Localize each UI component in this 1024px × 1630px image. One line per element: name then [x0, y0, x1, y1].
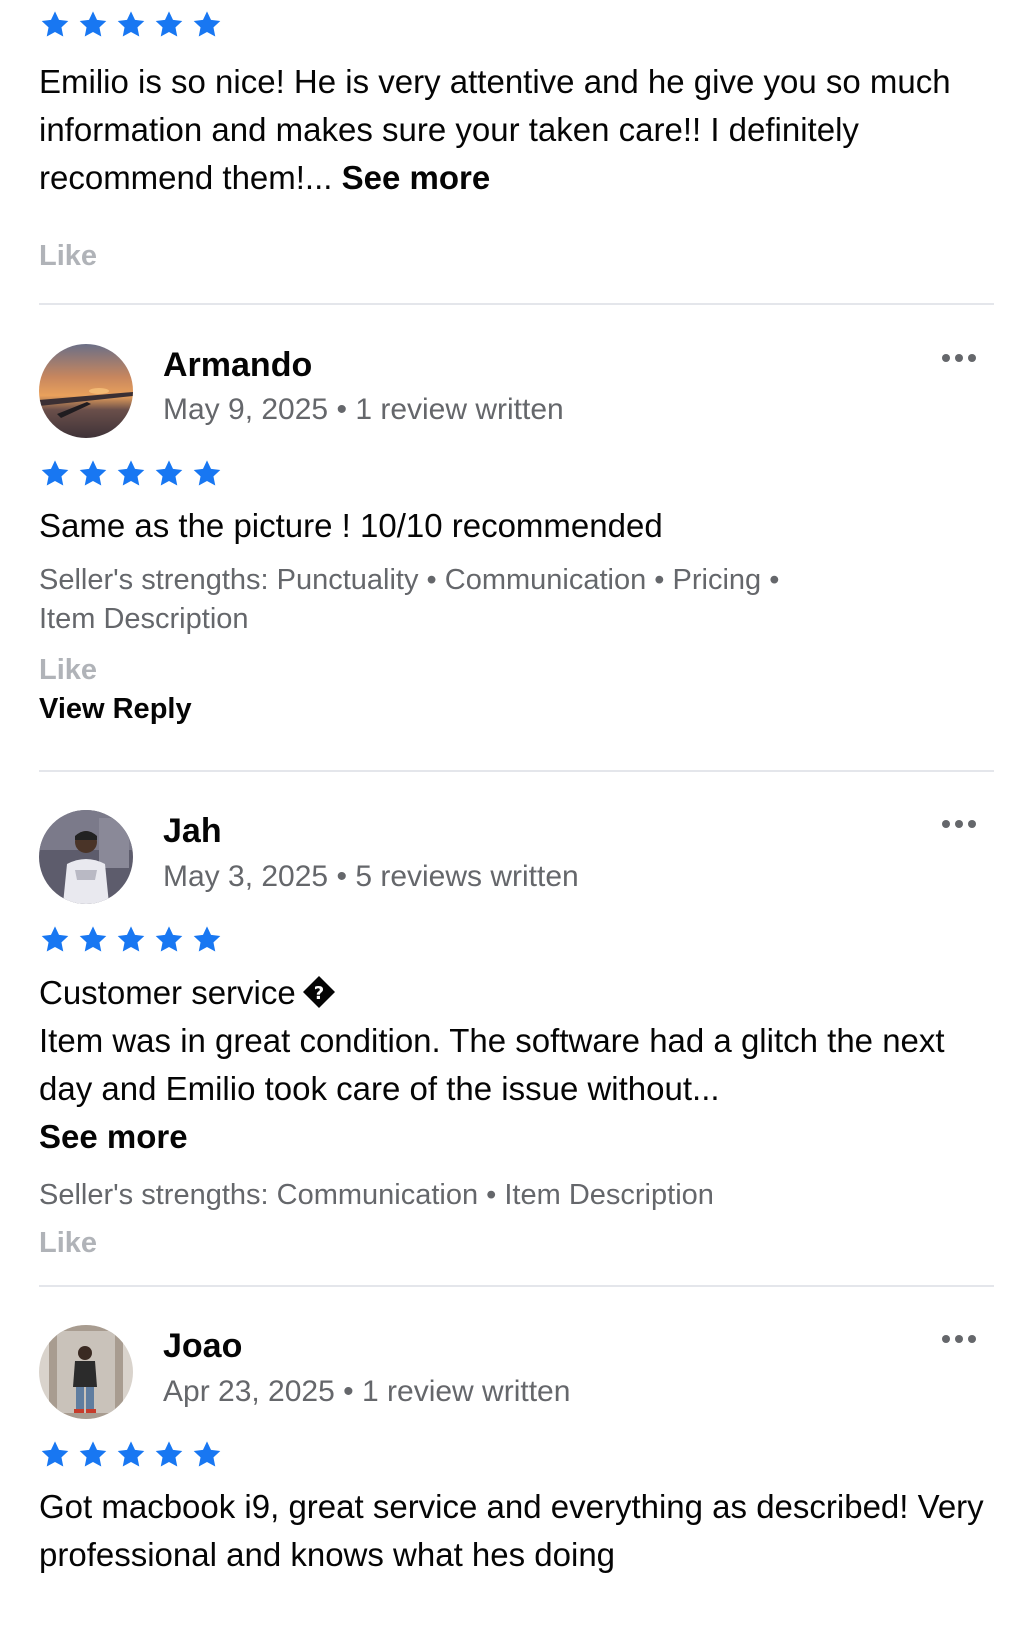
- avatar[interactable]: [39, 810, 133, 904]
- strengths-line: Seller's strengths: Punctuality • Commun…: [39, 564, 780, 596]
- more-options-icon[interactable]: [942, 1332, 982, 1346]
- star-icon: [153, 1439, 185, 1470]
- meta-separator: •: [343, 1375, 354, 1408]
- person-avatar-icon: [39, 810, 133, 904]
- avatar[interactable]: [39, 1325, 133, 1419]
- rating-stars: [39, 10, 223, 38]
- sunset-plane-window-avatar-icon: [39, 344, 133, 438]
- review-text: Emilio is so nice! He is very attentive …: [39, 58, 989, 202]
- view-reply-button[interactable]: View Reply: [39, 693, 192, 726]
- divider: [39, 770, 994, 772]
- star-icon: [153, 458, 185, 489]
- star-icon: [115, 924, 147, 955]
- divider: [39, 1285, 994, 1287]
- star-icon: [191, 1439, 223, 1470]
- svg-text:?: ?: [314, 983, 324, 1004]
- star-icon: [191, 924, 223, 955]
- avatar[interactable]: [39, 344, 133, 438]
- rating-stars: [39, 925, 223, 953]
- star-icon: [39, 458, 71, 489]
- star-icon: [77, 924, 109, 955]
- review-date: May 3, 2025: [163, 860, 329, 893]
- rating-stars: [39, 459, 223, 487]
- review-text: Got macbook i9, great service and everyt…: [39, 1488, 984, 1573]
- strengths-line: Item Description: [39, 603, 249, 635]
- like-button[interactable]: Like: [39, 240, 97, 273]
- review-meta: May 9, 2025 • 1 review written: [163, 393, 564, 427]
- star-icon: [191, 458, 223, 489]
- seller-strengths: Seller's strengths: Communication • Item…: [39, 1176, 979, 1215]
- rating-stars: [39, 1440, 223, 1468]
- reviewer-name[interactable]: Armando: [163, 346, 312, 385]
- see-more-link[interactable]: See more: [39, 1118, 188, 1155]
- review-text: Same as the picture ! 10/10 recommended: [39, 507, 663, 544]
- see-more-link[interactable]: See more: [342, 159, 491, 196]
- more-options-icon[interactable]: [942, 817, 982, 831]
- star-icon: [77, 9, 109, 40]
- review-date: May 9, 2025: [163, 393, 329, 426]
- review-body: Emilio is so nice! He is very attentive …: [39, 63, 951, 196]
- star-icon: [153, 9, 185, 40]
- star-icon: [153, 924, 185, 955]
- review-count: 1 review written: [355, 393, 564, 426]
- reviewer-name[interactable]: Joao: [163, 1327, 242, 1366]
- review-body: Item was in great condition. The softwar…: [39, 1022, 945, 1107]
- review-count: 5 reviews written: [355, 860, 579, 893]
- person-mirror-avatar-icon: [39, 1325, 133, 1419]
- review-count: 1 review written: [362, 1375, 571, 1408]
- like-button[interactable]: Like: [39, 654, 97, 687]
- review-text: Customer service? Item was in great cond…: [39, 969, 989, 1161]
- star-icon: [77, 458, 109, 489]
- divider: [39, 303, 994, 305]
- seller-strengths: Seller's strengths: Punctuality • Commun…: [39, 561, 979, 639]
- star-icon: [115, 458, 147, 489]
- strengths-line: Seller's strengths: Communication • Item…: [39, 1179, 714, 1211]
- star-icon: [39, 1439, 71, 1470]
- review-meta: Apr 23, 2025 • 1 review written: [163, 1375, 570, 1409]
- review-date: Apr 23, 2025: [163, 1375, 335, 1408]
- reviews-page: Emilio is so nice! He is very attentive …: [0, 0, 1024, 1630]
- meta-separator: •: [336, 393, 347, 426]
- star-icon: [39, 9, 71, 40]
- star-icon: [115, 9, 147, 40]
- meta-separator: •: [336, 860, 347, 893]
- unknown-glyph-icon: ?: [302, 974, 336, 1008]
- review-line: Customer service: [39, 974, 296, 1011]
- star-icon: [115, 1439, 147, 1470]
- review-meta: May 3, 2025 • 5 reviews written: [163, 860, 579, 894]
- star-icon: [77, 1439, 109, 1470]
- star-icon: [39, 924, 71, 955]
- more-options-icon[interactable]: [942, 351, 982, 365]
- like-button[interactable]: Like: [39, 1227, 97, 1260]
- star-icon: [191, 9, 223, 40]
- reviewer-name[interactable]: Jah: [163, 812, 222, 851]
